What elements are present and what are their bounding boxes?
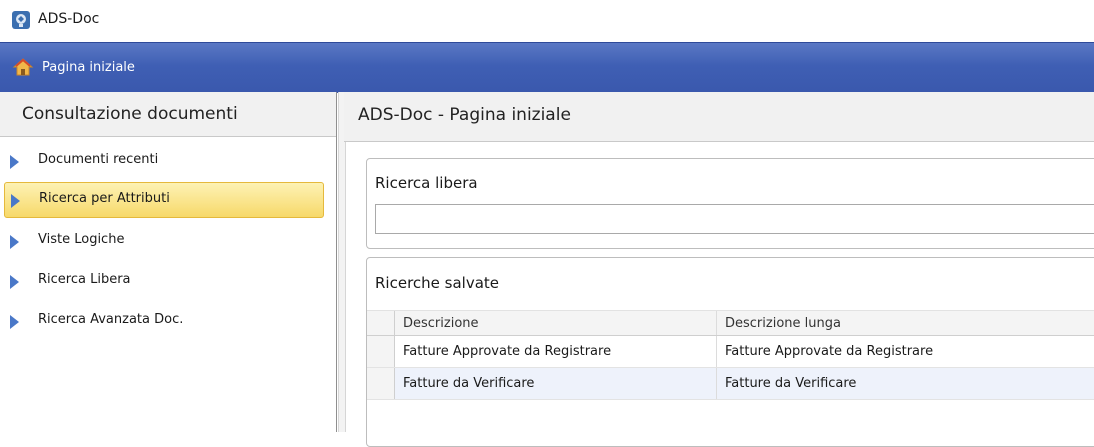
row-selector[interactable]	[367, 368, 395, 399]
row-selector[interactable]	[367, 336, 395, 367]
free-search-input[interactable]	[375, 204, 1094, 234]
sidebar-item-label: Ricerca Avanzata Doc.	[38, 312, 184, 327]
sidebar-item-viste-logiche[interactable]: Viste Logiche	[4, 224, 324, 260]
saved-searches-label: Ricerche salvate	[375, 274, 500, 292]
grid-header-row: Descrizione Descrizione lunga	[367, 310, 1094, 336]
cell-descrizione[interactable]: Fatture Approvate da Registrare	[395, 336, 717, 367]
home-icon	[12, 58, 34, 76]
sidebar: Consultazione documenti Documenti recent…	[0, 92, 337, 432]
sidebar-item-ricerca-libera[interactable]: Ricerca Libera	[4, 264, 324, 300]
triangle-right-icon	[11, 194, 20, 208]
sidebar-title: Consultazione documenti	[22, 104, 238, 124]
table-row[interactable]: Fatture da Verificare Fatture da Verific…	[367, 368, 1094, 400]
triangle-right-icon	[10, 155, 19, 169]
free-search-label: Ricerca libera	[375, 174, 478, 192]
cell-descrizione[interactable]: Fatture da Verificare	[395, 368, 717, 399]
cell-descrizione-lunga[interactable]: Fatture Approvate da Registrare	[717, 336, 1094, 367]
sidebar-header: Consultazione documenti	[0, 92, 336, 137]
window-title: ADS-Doc	[38, 11, 100, 27]
sidebar-item-ricerca-avanzata[interactable]: Ricerca Avanzata Doc.	[4, 304, 324, 340]
table-row[interactable]: Fatture Approvate da Registrare Fatture …	[367, 336, 1094, 368]
app-logo-icon	[12, 11, 30, 29]
cell-descrizione-lunga[interactable]: Fatture da Verificare	[717, 368, 1094, 399]
main-header: ADS-Doc - Pagina iniziale	[344, 92, 1094, 142]
page-tab-header[interactable]: Pagina iniziale	[0, 42, 1094, 93]
triangle-right-icon	[10, 315, 19, 329]
free-search-panel: Ricerca libera	[366, 158, 1094, 249]
column-header-descrizione-lunga[interactable]: Descrizione lunga	[717, 311, 1094, 335]
page-title: ADS-Doc - Pagina iniziale	[358, 105, 571, 125]
sidebar-item-label: Ricerca per Attributi	[39, 191, 170, 206]
triangle-right-icon	[10, 235, 19, 249]
sidebar-item-documenti-recenti[interactable]: Documenti recenti	[4, 144, 324, 180]
saved-searches-panel: Ricerche salvate Descrizione Descrizione…	[366, 257, 1094, 447]
sidebar-item-label: Viste Logiche	[38, 232, 125, 247]
triangle-right-icon	[10, 275, 19, 289]
header-title: Pagina iniziale	[42, 60, 135, 75]
sidebar-item-label: Documenti recenti	[38, 152, 159, 167]
row-selector-header	[367, 311, 395, 335]
sidebar-item-ricerca-per-attributi[interactable]: Ricerca per Attributi	[4, 182, 324, 218]
sidebar-item-label: Ricerca Libera	[38, 272, 131, 287]
sidebar-splitter[interactable]	[338, 92, 346, 432]
column-header-descrizione[interactable]: Descrizione	[395, 311, 717, 335]
window-titlebar: ADS-Doc	[0, 0, 1094, 39]
